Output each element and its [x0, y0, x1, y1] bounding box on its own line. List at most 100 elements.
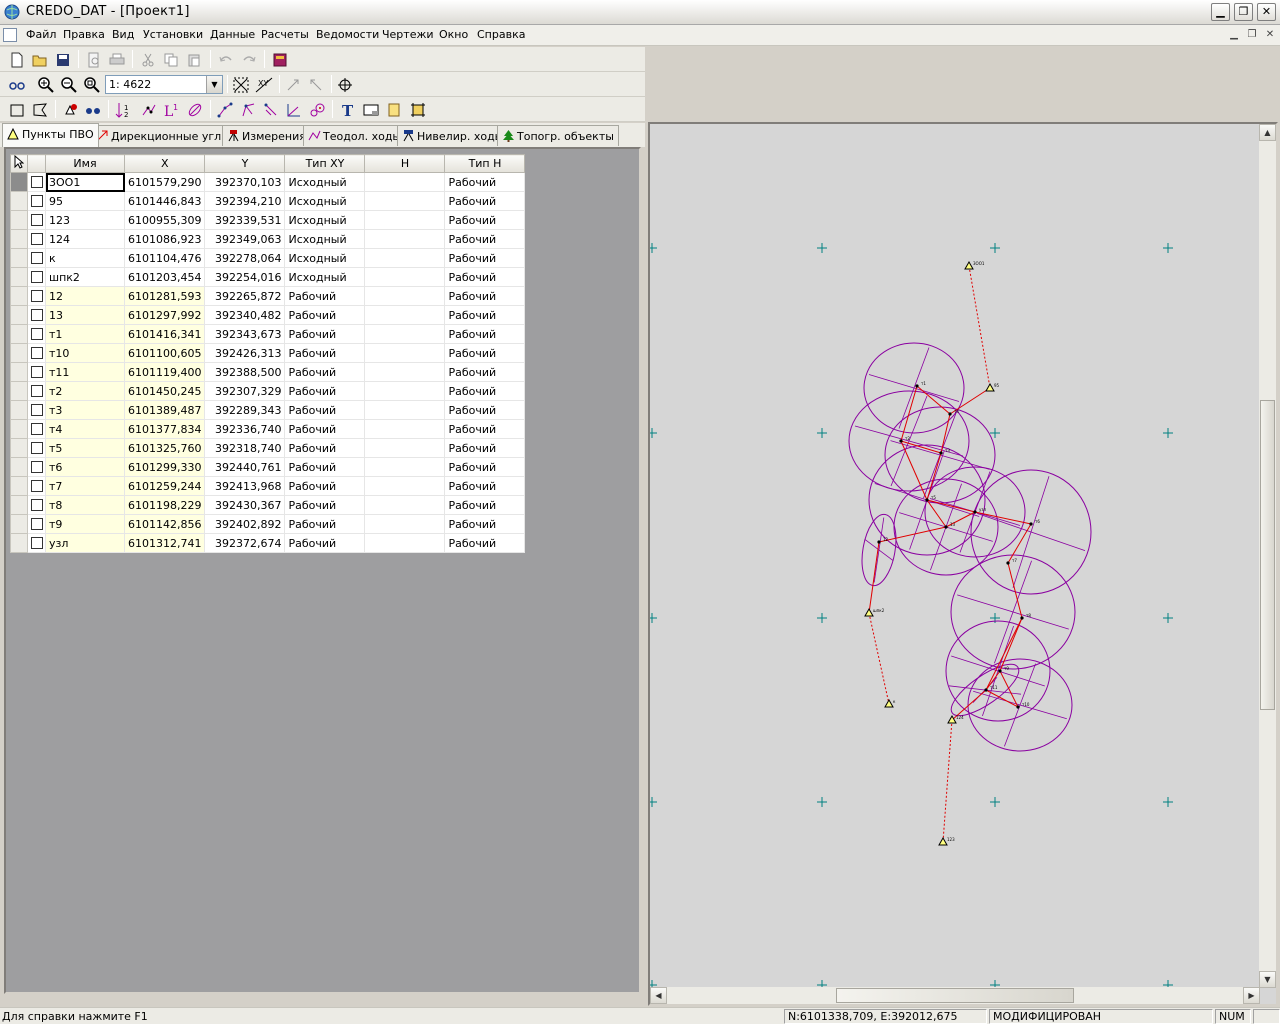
- cell-name[interactable]: т4: [45, 419, 125, 439]
- cut-button[interactable]: [138, 50, 158, 69]
- checkbox[interactable]: [31, 195, 43, 207]
- menu-window[interactable]: Окно: [439, 28, 468, 41]
- cell-type-h[interactable]: Рабочий: [444, 172, 526, 192]
- row-checkbox[interactable]: [27, 343, 46, 363]
- sheet-tool-button[interactable]: [384, 100, 404, 119]
- cell-x[interactable]: 6101579,290: [123, 172, 206, 192]
- row-checkbox[interactable]: [27, 324, 46, 344]
- cell-type-xy[interactable]: Рабочий: [284, 305, 366, 325]
- child-minimize-icon[interactable]: ▁: [1226, 28, 1242, 42]
- cell-name[interactable]: т8: [45, 495, 125, 515]
- checkbox[interactable]: [31, 347, 43, 359]
- checkbox[interactable]: [31, 461, 43, 473]
- menu-drawings[interactable]: Чертежи: [382, 28, 434, 41]
- cell-name[interactable]: т1: [45, 324, 125, 344]
- minimize-button[interactable]: ▁: [1211, 3, 1230, 21]
- paste-button[interactable]: [184, 50, 204, 69]
- select-rect-button[interactable]: [7, 100, 27, 119]
- cell-h[interactable]: [364, 514, 446, 534]
- table-row[interactable]: к 6101104,476 392278,064 Исходный Рабочий: [10, 248, 526, 268]
- cell-type-h[interactable]: Рабочий: [444, 343, 526, 363]
- row-selector[interactable]: [10, 267, 28, 287]
- cell-x[interactable]: 6101450,245: [123, 381, 206, 401]
- cell-type-h[interactable]: Рабочий: [444, 305, 526, 325]
- table-row[interactable]: т11 6101119,400 392388,500 Рабочий Рабочий: [10, 362, 526, 382]
- cell-type-xy[interactable]: Рабочий: [284, 514, 366, 534]
- cell-type-h[interactable]: Рабочий: [444, 191, 526, 211]
- cell-name[interactable]: т7: [45, 476, 125, 496]
- table-row[interactable]: т5 6101325,760 392318,740 Рабочий Рабочий: [10, 438, 526, 458]
- row-selector[interactable]: [10, 248, 28, 268]
- copy-button[interactable]: [161, 50, 181, 69]
- cell-x[interactable]: 6101416,341: [123, 324, 206, 344]
- cell-type-h[interactable]: Рабочий: [444, 210, 526, 230]
- row-checkbox[interactable]: [27, 381, 46, 401]
- cell-h[interactable]: [364, 210, 446, 230]
- cell-x[interactable]: 6101325,760: [123, 438, 206, 458]
- cell-type-xy[interactable]: Рабочий: [284, 381, 366, 401]
- open-file-button[interactable]: [30, 50, 50, 69]
- cell-h[interactable]: [364, 476, 446, 496]
- row-checkbox[interactable]: [27, 229, 46, 249]
- cell-name[interactable]: т10: [45, 343, 125, 363]
- map-horizontal-scrollbar[interactable]: ◀ ▶: [650, 987, 1260, 1004]
- menu-file[interactable]: Файл: [26, 28, 56, 41]
- cell-x[interactable]: 6101299,330: [123, 457, 206, 477]
- point-tool-button[interactable]: [60, 100, 80, 119]
- row-selector[interactable]: [10, 362, 28, 382]
- undo-button[interactable]: [216, 50, 236, 69]
- frame-tool-button[interactable]: [361, 100, 381, 119]
- cell-h[interactable]: [364, 495, 446, 515]
- cell-h[interactable]: [364, 381, 446, 401]
- row-checkbox[interactable]: [27, 267, 46, 287]
- row-selector[interactable]: [10, 438, 28, 458]
- row-checkbox[interactable]: [27, 286, 46, 306]
- cell-y[interactable]: 392413,968: [204, 476, 286, 496]
- row-selector[interactable]: [10, 229, 28, 249]
- cell-y[interactable]: 392340,482: [204, 305, 286, 325]
- tab-control-points[interactable]: Пункты ПВО: [2, 123, 99, 147]
- cell-type-h[interactable]: Рабочий: [444, 248, 526, 268]
- cell-name[interactable]: т2: [45, 381, 125, 401]
- child-restore-icon[interactable]: ❐: [1244, 28, 1260, 42]
- row-selector[interactable]: [10, 191, 28, 211]
- ellipse-tool-button[interactable]: [185, 100, 205, 119]
- tab-leveling-traverses[interactable]: Нивелир. ходы: [397, 125, 509, 146]
- close-button[interactable]: ✕: [1257, 3, 1276, 21]
- tab-topographic-objects[interactable]: Топогр. объекты: [497, 125, 619, 146]
- menu-edit[interactable]: Правка: [63, 28, 105, 41]
- cell-name[interactable]: т6: [45, 457, 125, 477]
- horizontal-scroll-thumb[interactable]: [836, 988, 1074, 1003]
- checkbox[interactable]: [31, 214, 43, 226]
- print-preview-button[interactable]: [84, 50, 104, 69]
- zoom-in-button[interactable]: [36, 75, 56, 94]
- cell-name[interactable]: узл: [45, 533, 125, 553]
- row-selector[interactable]: [10, 381, 28, 401]
- cell-type-h[interactable]: Рабочий: [444, 400, 526, 420]
- document-icon[interactable]: [3, 28, 17, 42]
- cell-type-h[interactable]: Рабочий: [444, 419, 526, 439]
- cell-x[interactable]: 6101142,856: [123, 514, 206, 534]
- cell-y[interactable]: 392430,367: [204, 495, 286, 515]
- table-row[interactable]: т6 6101299,330 392440,761 Рабочий Рабочий: [10, 457, 526, 477]
- row-selector[interactable]: [10, 210, 28, 230]
- cell-x[interactable]: 6101100,605: [123, 343, 206, 363]
- row-checkbox[interactable]: [27, 191, 46, 211]
- cell-y[interactable]: 392265,872: [204, 286, 286, 306]
- scroll-up-arrow-icon[interactable]: ▲: [1259, 124, 1276, 141]
- row-checkbox[interactable]: [27, 400, 46, 420]
- row-checkbox[interactable]: [27, 514, 46, 534]
- survey-network-drawing[interactable]: 3OO1 95 шпк2 к 123 124 т1 т2 т3 т4 т5 т6 т7 т8 т9 т10 т1…: [650, 124, 1260, 988]
- row-checkbox[interactable]: [27, 362, 46, 382]
- sort-points-button[interactable]: 12: [114, 100, 134, 119]
- help-book-button[interactable]: [270, 50, 290, 69]
- checkbox[interactable]: [31, 271, 43, 283]
- redo-button[interactable]: [239, 50, 259, 69]
- network-tool-button[interactable]: [307, 100, 327, 119]
- row-selector-header[interactable]: [10, 154, 28, 173]
- row-checkbox[interactable]: [27, 248, 46, 268]
- scale-combobox[interactable]: 1: 4622 ▼: [105, 75, 223, 94]
- cell-type-h[interactable]: Рабочий: [444, 495, 526, 515]
- cell-h[interactable]: [364, 400, 446, 420]
- checkbox[interactable]: [31, 518, 43, 530]
